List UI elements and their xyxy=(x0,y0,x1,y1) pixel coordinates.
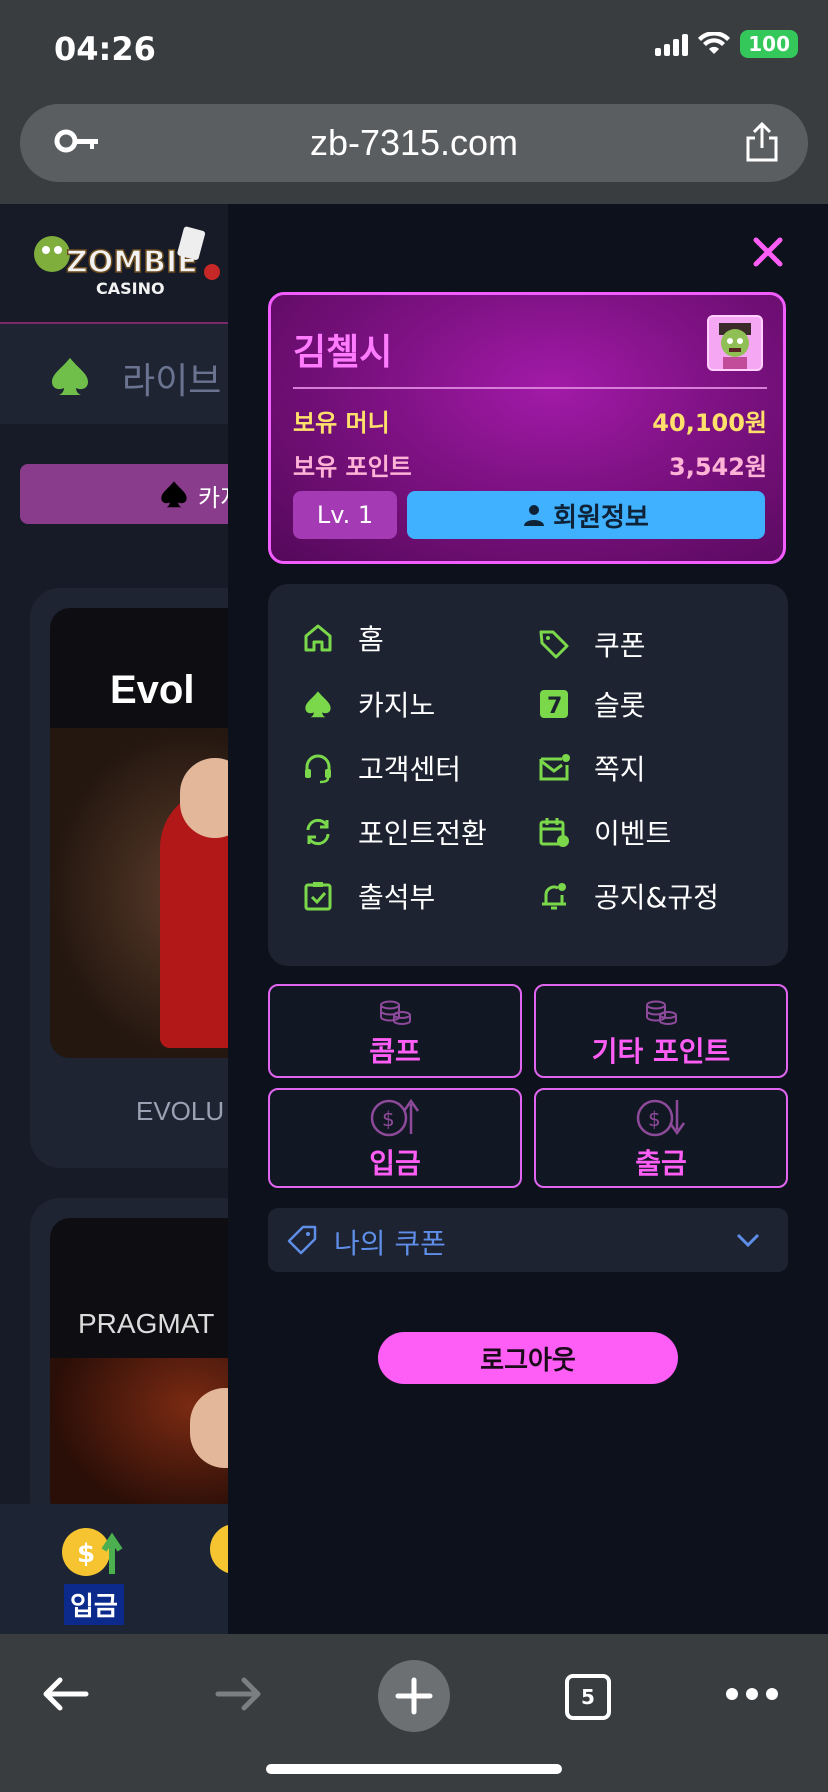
money-label: 보유 머니 xyxy=(293,409,390,437)
zombie-avatar-icon xyxy=(719,323,751,369)
mail-icon xyxy=(539,754,570,781)
points-row: 보유 포인트 3,542원 xyxy=(293,447,767,482)
bell-icon xyxy=(542,883,566,910)
refresh-icon xyxy=(306,818,330,846)
home-indicator xyxy=(266,1764,562,1774)
profile-card: 김첼시 보유 머니 40,100원 보유 포인트 3,542원 Lv. 1 회원… xyxy=(268,292,786,564)
clipboard-check-icon xyxy=(304,882,332,911)
user-name: 김첼시 xyxy=(293,332,393,373)
points-value: 3,542원 xyxy=(669,453,767,481)
other-points-button[interactable]: 기타 포인트 xyxy=(534,984,788,1078)
menu-item-point-convert[interactable]: 포인트전환 xyxy=(300,812,487,852)
coins-stack-icon xyxy=(646,1000,677,1025)
menu-item-event[interactable]: 이벤트 xyxy=(536,812,671,852)
menu-item-message[interactable]: 쪽지 xyxy=(536,748,646,788)
deposit-button[interactable]: $ 입금 xyxy=(268,1088,522,1188)
seven-icon: 7 xyxy=(540,690,568,719)
points-label: 보유 포인트 xyxy=(293,453,412,481)
site-deposit-label[interactable]: 입금 xyxy=(64,1584,124,1625)
url-bar[interactable]: zb-7315.com xyxy=(20,104,808,182)
deposit-coin-icon: $ xyxy=(370,1098,420,1137)
ios-top-bar: 04:26 100 zb-7315.com xyxy=(0,0,828,204)
wifi-icon xyxy=(698,32,731,54)
new-tab-button[interactable] xyxy=(378,1660,450,1732)
status-time: 04:26 xyxy=(54,30,156,68)
svg-text:$: $ xyxy=(382,1107,395,1131)
menu-label: 포인트전환 xyxy=(358,817,487,850)
menu-label: 쪽지 xyxy=(594,753,646,786)
menu-label: 쿠폰 xyxy=(594,629,646,662)
headset-icon xyxy=(305,754,331,784)
menu-label: 홈 xyxy=(358,623,384,656)
comp-button[interactable]: 콤프 xyxy=(268,984,522,1078)
chevron-down-icon xyxy=(736,1233,760,1248)
menu-label: 카지노 xyxy=(358,689,436,722)
back-arrow-icon[interactable] xyxy=(40,1674,90,1714)
key-icon xyxy=(54,129,98,153)
comp-label: 콤프 xyxy=(369,1035,421,1068)
battery-indicator: 100 xyxy=(740,30,798,58)
game-card-caption: EVOLU xyxy=(136,1096,225,1126)
menu-item-home[interactable]: 홈 xyxy=(300,618,384,658)
my-coupon-label: 나의 쿠폰 xyxy=(334,1227,446,1260)
zombie-logo-icon: ZOMBIE CASINO xyxy=(34,226,220,298)
calendar-icon xyxy=(539,818,569,847)
member-info-label: 회원정보 xyxy=(553,502,649,533)
coin-deposit-icon[interactable]: $ xyxy=(60,1524,124,1578)
member-info-button[interactable]: 회원정보 xyxy=(407,491,765,539)
menu-label: 이벤트 xyxy=(594,817,672,850)
withdraw-label: 출금 xyxy=(635,1147,687,1180)
side-drawer: 김첼시 보유 머니 40,100원 보유 포인트 3,542원 Lv. 1 회원… xyxy=(228,204,828,1634)
level-badge: Lv. 1 xyxy=(293,491,397,539)
spade-icon xyxy=(161,481,187,508)
menu-label: 슬롯 xyxy=(594,689,646,722)
svg-text:ZOMBIE: ZOMBIE xyxy=(66,245,198,280)
my-coupon-dropdown[interactable]: 나의 쿠폰 xyxy=(268,1208,788,1272)
avatar xyxy=(707,315,763,371)
money-row: 보유 머니 40,100원 xyxy=(293,403,767,438)
deposit-label: 입금 xyxy=(369,1147,421,1180)
profile-divider xyxy=(293,387,767,389)
menu-item-slot[interactable]: 7 슬롯 xyxy=(536,684,646,724)
menu-item-support[interactable]: 고객센터 xyxy=(300,748,461,788)
tag-icon xyxy=(287,1225,317,1255)
cellular-signal-icon xyxy=(655,32,689,56)
svg-text:$: $ xyxy=(77,1539,95,1569)
menu-label: 공지&규정 xyxy=(594,881,719,914)
tag-icon xyxy=(539,630,569,659)
withdraw-button[interactable]: $ 출금 xyxy=(534,1088,788,1188)
share-icon[interactable] xyxy=(744,120,780,164)
close-icon[interactable] xyxy=(748,232,788,272)
plus-icon xyxy=(395,1677,433,1715)
forward-arrow-icon[interactable] xyxy=(214,1674,264,1714)
spade-icon xyxy=(305,691,331,718)
money-value: 40,100원 xyxy=(652,409,767,437)
svg-text:7: 7 xyxy=(547,694,562,719)
home-icon xyxy=(304,624,332,652)
game-card-brand: Evol xyxy=(110,668,195,712)
menu-item-attendance[interactable]: 출석부 xyxy=(300,876,435,916)
menu-item-coupon[interactable]: 쿠폰 xyxy=(536,624,646,664)
coins-stack-icon xyxy=(380,1000,411,1025)
game-card-brand: PRAGMAT xyxy=(78,1308,215,1339)
menu-item-notice[interactable]: 공지&규정 xyxy=(536,876,719,916)
svg-text:CASINO: CASINO xyxy=(96,279,165,298)
user-icon xyxy=(524,505,545,526)
browser-toolbar: 5 xyxy=(0,1634,828,1792)
status-icons: 100 xyxy=(655,30,798,58)
site-logo[interactable]: ZOMBIE CASINO xyxy=(30,224,230,314)
more-icon[interactable] xyxy=(726,1688,778,1700)
site-nav-live[interactable]: 라이브 xyxy=(122,352,221,404)
menu-item-casino[interactable]: 카지노 xyxy=(300,684,435,724)
svg-text:$: $ xyxy=(648,1107,661,1131)
menu-label: 고객센터 xyxy=(358,753,462,786)
other-points-label: 기타 포인트 xyxy=(591,1035,731,1068)
menu-grid: 홈 쿠폰 카지노 7 슬롯 고객센터 쪽지 포인트전환 이벤트 출석부 공지&규… xyxy=(268,584,788,966)
logout-button[interactable]: 로그아웃 xyxy=(378,1332,678,1384)
withdraw-coin-icon: $ xyxy=(636,1099,686,1137)
spade-icon xyxy=(52,358,88,395)
tabs-button[interactable]: 5 xyxy=(565,1674,611,1720)
menu-label: 출석부 xyxy=(358,881,436,914)
url-text: zb-7315.com xyxy=(309,122,519,163)
